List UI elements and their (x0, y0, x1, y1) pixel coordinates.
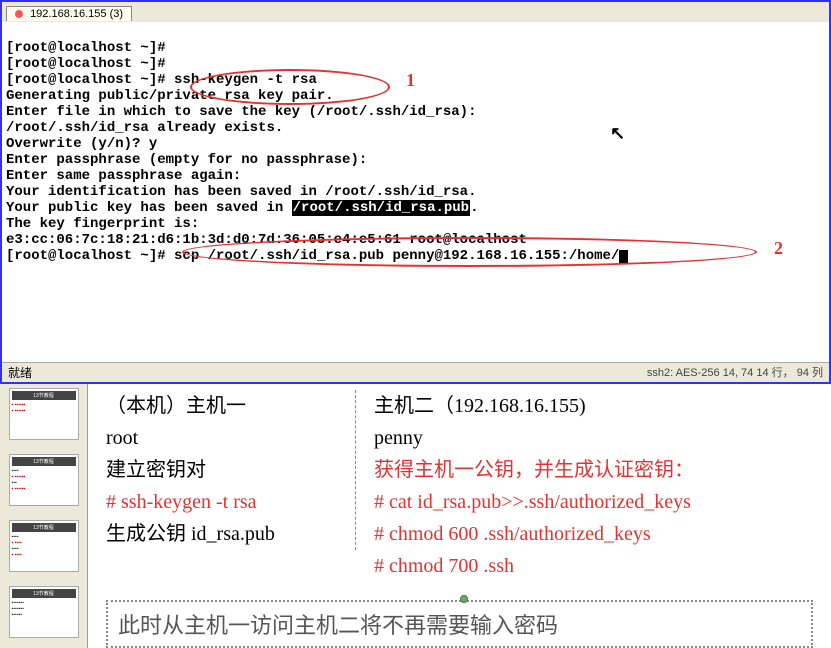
term-line: [root@localhost ~]# scp /root/.ssh/id_rs… (6, 248, 619, 264)
terminal-output[interactable]: [root@localhost ~]# [root@localhost ~]# … (2, 22, 829, 362)
host2-step1: 获得主机一公钥，并生成认证密钥： (374, 454, 813, 486)
terminal-status-bar: 就绪 ssh2: AES-256 14, 74 14 行， 94 列 (2, 362, 829, 382)
footnote-anchor-icon (460, 595, 468, 603)
host1-cmd1: # ssh-keygen -t rsa (106, 486, 345, 518)
status-left: 就绪 (8, 364, 32, 381)
host1-step2: 生成公钥 id_rsa.pub (106, 518, 345, 550)
term-line: /root/.ssh/id_rsa already exists. (6, 120, 283, 136)
term-line: Enter same passphrase again: (6, 168, 241, 184)
term-line: Generating public/private rsa key pair. (6, 88, 334, 104)
term-line: [root@localhost ~]# (6, 40, 166, 56)
thumbnail[interactable]: 13节教程 ▪ ▪▪▪▪▪▪▪ ▪▪▪▪▪▪ (9, 388, 79, 440)
thumbnail[interactable]: 13节教程 ▪▪▪▪▪▪▪▪▪▪▪▪▪▪▪▪▪▪▪▪ (9, 586, 79, 638)
slide-thumbnails[interactable]: 13节教程 ▪ ▪▪▪▪▪▪▪ ▪▪▪▪▪▪ 13节教程 ▪▪▪▪▪ ▪▪▪▪▪… (0, 384, 88, 648)
term-line: Overwrite (y/n)? y (6, 136, 157, 152)
host2-user: penny (374, 422, 813, 454)
annotation-label-2: 2 (774, 240, 783, 256)
tab-indicator-icon (15, 10, 23, 18)
mouse-cursor-icon: ↖ (610, 127, 625, 143)
term-line: e3:cc:06:7c:18:21:d6:1b:3d:d0:7d:36:05:e… (6, 232, 527, 248)
lower-pane: 13节教程 ▪ ▪▪▪▪▪▪▪ ▪▪▪▪▪▪ 13节教程 ▪▪▪▪▪ ▪▪▪▪▪… (0, 384, 831, 648)
term-line: Enter file in which to save the key (/ro… (6, 104, 476, 120)
host1-step1: 建立密钥对 (106, 454, 345, 486)
doc-footer-note: 此时从主机一访问主机二将不再需要输入密码 (106, 600, 813, 648)
doc-column-2: 主机二（192.168.16.155) penny 获得主机一公钥，并生成认证密… (356, 390, 813, 582)
term-highlight: /root/.ssh/id_rsa.pub (292, 200, 470, 216)
doc-column-1: （本机）主机一 root 建立密钥对 # ssh-keygen -t rsa 生… (106, 390, 356, 550)
terminal-tab[interactable]: 192.168.16.155 (3) (6, 6, 132, 21)
annotation-label-1: 1 (406, 72, 415, 88)
host2-cmd2: # chmod 600 .ssh/authorized_keys (374, 518, 813, 550)
term-line: Enter passphrase (empty for no passphras… (6, 152, 367, 168)
host1-user: root (106, 422, 345, 454)
tab-count: (3) (110, 8, 123, 20)
terminal-window: 192.168.16.155 (3) [root@localhost ~]# [… (0, 0, 831, 384)
term-line: [root@localhost ~]# (6, 56, 166, 72)
term-line: . (470, 200, 478, 216)
thumbnail[interactable]: 13节教程 ▪▪▪▪▪ ▪▪▪▪▪▪▪▪▪ ▪▪▪▪ (9, 520, 79, 572)
host2-title: 主机二（192.168.16.155) (374, 390, 813, 422)
term-line: [root@localhost ~]# ssh-keygen -t rsa (6, 72, 317, 88)
term-line: Your public key has been saved in (6, 200, 292, 216)
terminal-cursor-icon (619, 250, 628, 264)
tab-bar: 192.168.16.155 (3) (2, 2, 829, 22)
document-content[interactable]: （本机）主机一 root 建立密钥对 # ssh-keygen -t rsa 生… (88, 384, 831, 648)
term-line: Your identification has been saved in /r… (6, 184, 476, 200)
host1-title: （本机）主机一 (106, 390, 345, 422)
status-right: ssh2: AES-256 14, 74 14 行， 94 列 (647, 364, 823, 381)
host2-cmd1: # cat id_rsa.pub>>.ssh/authorized_keys (374, 486, 813, 518)
thumbnail[interactable]: 13节教程 ▪▪▪▪▪ ▪▪▪▪▪▪▪▪▪▪ ▪▪▪▪▪▪ (9, 454, 79, 506)
term-line: The key fingerprint is: (6, 216, 199, 232)
tab-ip: 192.168.16.155 (30, 8, 106, 20)
